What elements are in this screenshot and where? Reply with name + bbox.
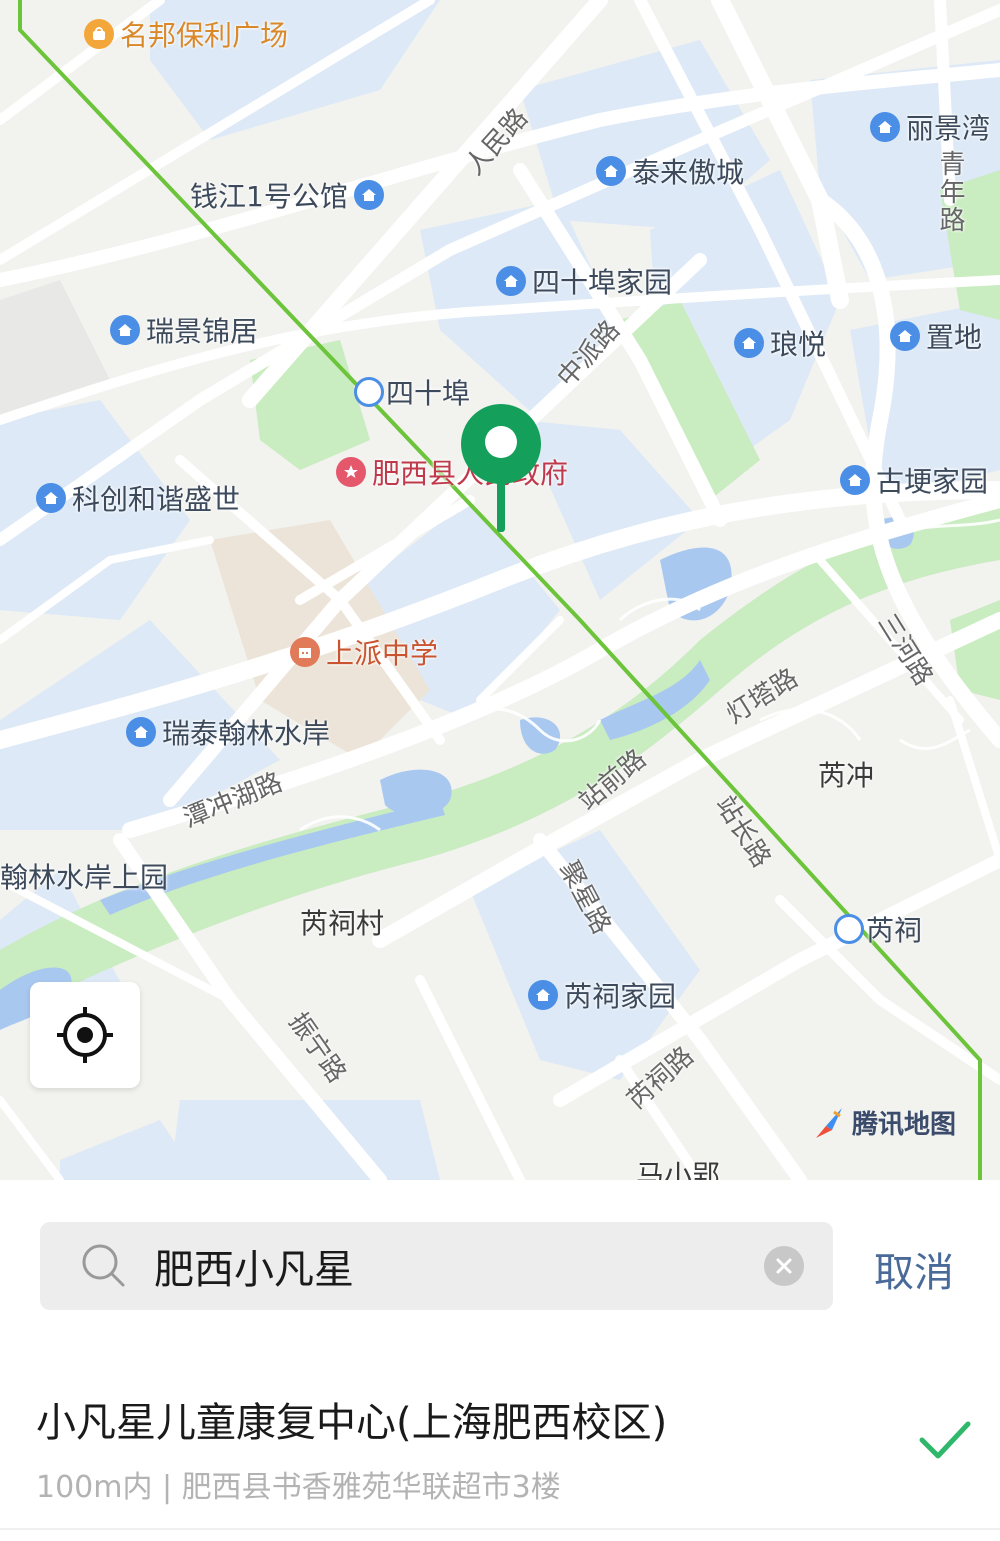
home-icon: [890, 321, 920, 351]
location-pin-icon[interactable]: [459, 402, 543, 536]
poi-tailai[interactable]: 泰来傲城: [596, 151, 744, 191]
poi-ruici-station[interactable]: 芮祠: [834, 909, 922, 949]
poi-label: 科创和谐盛世: [72, 483, 241, 516]
poi-label: 瑞景锦居: [146, 315, 259, 348]
poi-shangpai-school[interactable]: 上派中学: [290, 632, 438, 672]
poi-zhidi[interactable]: 置地: [890, 316, 982, 356]
star-icon: [336, 457, 366, 487]
map-base: [0, 0, 1000, 1180]
divider: [0, 1528, 1000, 1530]
place-label-maxiaoying: 马小郢: [636, 1159, 721, 1180]
home-icon: [36, 483, 66, 513]
result-subtitle: 100m内 | 肥西县书香雅苑华联超市3楼: [36, 1470, 561, 1505]
result-title: 小凡星儿童康复中心(上海肥西校区): [36, 1400, 668, 1446]
poi-label: 四十埠家园: [532, 266, 673, 299]
poi-label: 古埂家园: [876, 465, 989, 498]
clear-icon[interactable]: [764, 1246, 804, 1286]
map-brand: 腾讯地图: [812, 1104, 956, 1141]
search-box[interactable]: [40, 1222, 833, 1310]
poi-qianjiang[interactable]: 钱江1号公馆: [190, 175, 384, 215]
poi-label: 丽景湾: [906, 112, 991, 145]
place-label-ruicicun: 芮祠村: [300, 907, 385, 940]
poi-label: 翰林水岸上园: [0, 861, 169, 894]
map-view[interactable]: 名邦保利广场 丽景湾 钱江1号公馆 泰来傲城 四十埠家园 瑞景锦居 琅悦 置地 …: [0, 0, 1000, 1180]
home-icon: [734, 328, 764, 358]
list-item[interactable]: 小凡星儿童康复中心(上海肥西校区) 100m内 | 肥西县书香雅苑华联超市3楼: [0, 1370, 1000, 1530]
search-input[interactable]: [154, 1234, 734, 1298]
road-label-qingnian: 青年路: [935, 150, 965, 234]
compass-icon: [816, 1107, 842, 1138]
crosshair-icon: [57, 1007, 113, 1063]
poi-label: 上派中学: [326, 637, 439, 670]
poi-mingbang[interactable]: 名邦保利广场: [84, 14, 288, 54]
home-icon: [596, 156, 626, 186]
poi-label: 泰来傲城: [632, 156, 745, 189]
poi-ruitai[interactable]: 瑞泰翰林水岸: [126, 712, 330, 752]
home-icon: [353, 180, 384, 210]
metro-station-icon: [354, 377, 384, 407]
poi-label: 名邦保利广场: [120, 19, 289, 52]
poi-label: 钱江1号公馆: [190, 180, 348, 213]
poi-label: 置地: [926, 321, 983, 354]
poi-label: 琅悦: [770, 328, 827, 361]
poi-lijingwan[interactable]: 丽景湾: [870, 107, 990, 147]
poi-sishibu-home[interactable]: 四十埠家园: [496, 261, 672, 301]
poi-kechuang[interactable]: 科创和谐盛世: [36, 478, 240, 518]
poi-ruici-home[interactable]: 芮祠家园: [528, 975, 676, 1015]
poi-sishibu-station[interactable]: 四十埠: [354, 372, 470, 412]
poi-ruijing[interactable]: 瑞景锦居: [110, 310, 258, 350]
search-sheet: 取消 小凡星儿童康复中心(上海肥西校区) 100m内 | 肥西县书香雅苑华联超市…: [0, 1180, 1000, 1541]
home-icon: [840, 465, 870, 495]
checkmark-icon: [919, 1421, 971, 1459]
search-icon: [82, 1244, 125, 1287]
poi-gugeng[interactable]: 古埂家园: [840, 460, 988, 500]
poi-hanlin[interactable]: 翰林水岸上园: [0, 856, 168, 896]
my-location-button[interactable]: [30, 982, 140, 1088]
place-label-ruichong: 芮冲: [818, 759, 875, 792]
poi-label: 瑞泰翰林水岸: [162, 717, 331, 750]
metro-station-icon: [834, 914, 864, 944]
poi-label: 四十埠: [386, 377, 471, 410]
home-icon: [126, 717, 156, 747]
school-icon: [290, 637, 320, 667]
home-icon: [528, 980, 558, 1010]
poi-label: 芮祠: [866, 914, 923, 947]
home-icon: [496, 266, 526, 296]
brand-label: 腾讯地图: [852, 1110, 957, 1140]
cancel-button[interactable]: 取消: [874, 1240, 954, 1298]
home-icon: [110, 315, 140, 345]
home-icon: [870, 112, 900, 142]
shopping-icon: [84, 19, 114, 49]
poi-label: 芮祠家园: [564, 980, 677, 1013]
poi-langyue[interactable]: 琅悦: [734, 323, 826, 363]
